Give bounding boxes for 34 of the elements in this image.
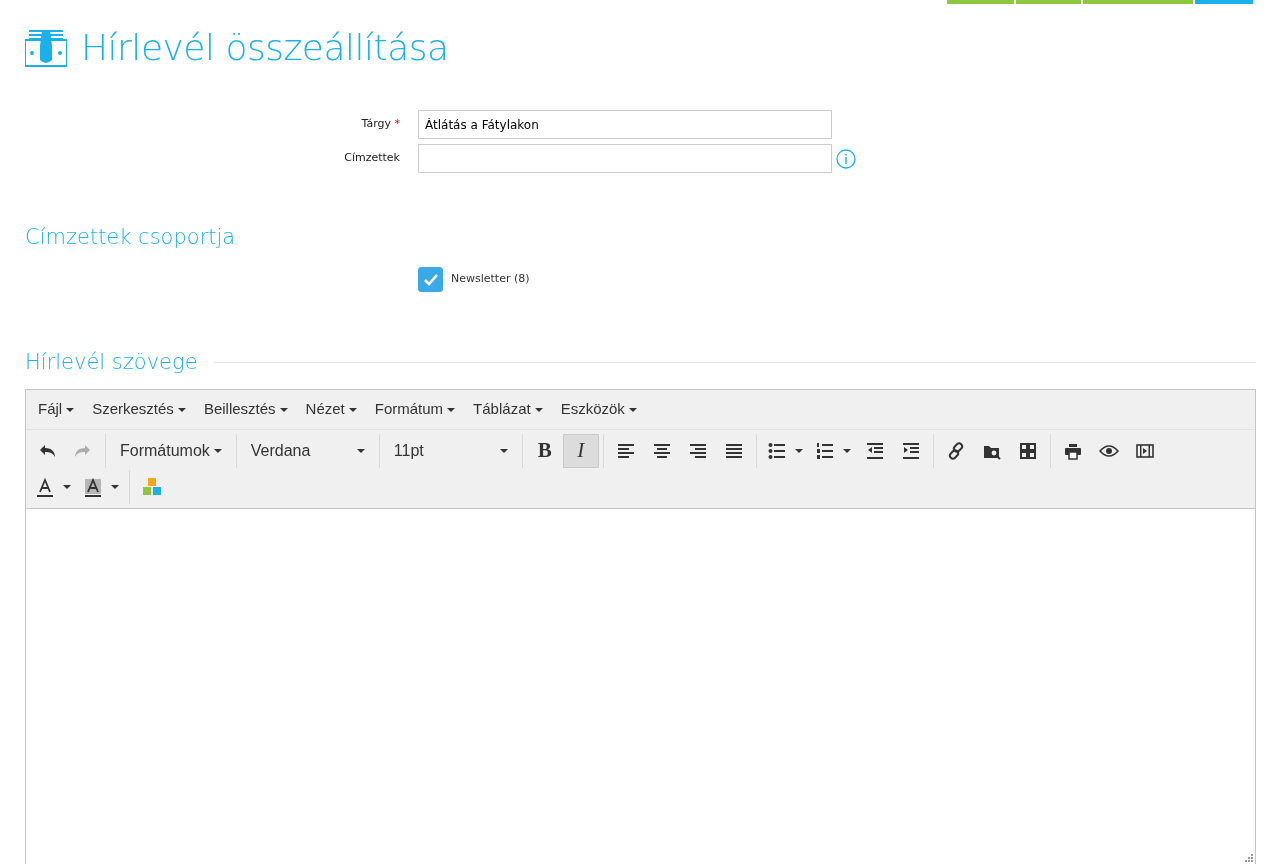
checkbox-label: Newsletter (8) <box>451 271 530 288</box>
section-heading: Hírlevél szövege <box>25 350 198 376</box>
resize-handle-icon[interactable] <box>1243 851 1253 862</box>
page-title: Hírlevél összeállítása <box>81 25 449 70</box>
newsletter-icon <box>25 27 67 68</box>
font-size-select[interactable]: 11pt <box>383 433 518 468</box>
field-label: Címzettek <box>343 150 401 167</box>
font-family-select[interactable]: Verdana <box>240 433 375 468</box>
menu-item[interactable]: Fájl <box>29 394 84 425</box>
checkbox[interactable] <box>418 267 443 293</box>
section-heading: Címzettek csoportja <box>25 225 237 251</box>
subject-field[interactable]: Átlátás a Fátylakon <box>418 110 832 139</box>
colored-blocks-icon <box>142 476 162 497</box>
menu-item[interactable]: Formátum <box>365 394 465 425</box>
template-icon <box>1017 440 1038 461</box>
menu-item[interactable]: Eszközök <box>551 394 646 425</box>
checkmark-icon <box>422 272 439 287</box>
caret-icon <box>842 448 851 453</box>
caret-icon <box>63 484 71 489</box>
recipients-field[interactable] <box>418 144 832 173</box>
bullet-list-icon <box>766 440 787 461</box>
menu-item[interactable]: Táblázat <box>464 394 552 425</box>
outdent-icon <box>864 440 885 461</box>
menu-item[interactable]: Nézet <box>296 394 366 425</box>
formats-dropdown[interactable]: Formátumok <box>110 433 232 468</box>
bold-button[interactable]: B <box>526 433 563 468</box>
indent-icon <box>900 440 921 461</box>
caret-icon <box>794 448 803 453</box>
menu-item[interactable]: Szerkesztés <box>83 394 195 425</box>
field-label: Tárgy * <box>360 116 401 133</box>
numbered-list-icon <box>814 440 835 461</box>
caret-icon <box>111 484 119 489</box>
menu-item[interactable]: Beillesztés <box>194 394 297 425</box>
italic-button[interactable]: I <box>562 433 599 468</box>
